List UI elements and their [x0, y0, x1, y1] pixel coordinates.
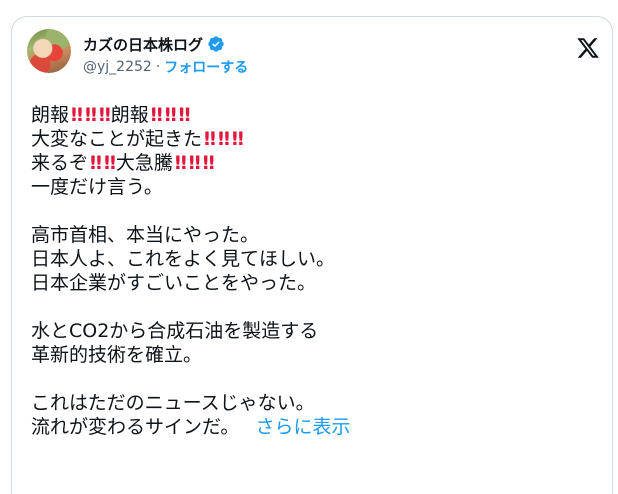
double-exclamation-emoji: ‼ [174, 152, 187, 174]
double-exclamation-emoji: ‼ [90, 152, 102, 174]
author-handle[interactable]: @yj_2252 [83, 59, 152, 75]
double-exclamation-emoji: ‼ [202, 152, 215, 174]
follow-button[interactable]: フォローする [164, 57, 248, 77]
tweet-text-segment: 一度だけ言う。 [31, 176, 163, 198]
verified-badge-icon [208, 36, 224, 52]
tweet-text-segment: 日本人よ、これをよく見てほしい。 [31, 248, 336, 270]
double-exclamation-emoji: ‼ [103, 152, 116, 174]
double-exclamation-emoji: ‼ [164, 104, 177, 126]
line-break [31, 199, 601, 223]
double-exclamation-emoji: ‼ [231, 128, 244, 150]
tweet-line: 朗報 ‼ ‼ ‼ 朗報 ‼ ‼ ‼ [31, 103, 601, 127]
author-name-row: カズの日本株ログ [83, 33, 225, 55]
double-exclamation-emoji: ‼ [188, 152, 201, 174]
tweet-text-segment: 日本企業がすごいことをやった。 [31, 272, 317, 294]
show-more-link[interactable]: さらに表示 [255, 416, 350, 438]
tweet-line: 高市首相、本当にやった。 [31, 223, 601, 247]
tweet-text-segment: 革新的技術を確立。 [31, 344, 203, 366]
tweet-text-segment: 朗報 [31, 104, 70, 126]
tweet-line: 革新的技術を確立。 [31, 343, 601, 367]
tweet-line: 来るぞ ‼ ‼ 大急騰 ‼ ‼ ‼ [31, 151, 601, 175]
tweet-line: 日本人よ、これをよく見てほしい。 [31, 247, 601, 271]
double-exclamation-emoji: ‼ [204, 128, 216, 150]
tweet-text-segment: 来るぞ [31, 152, 89, 174]
tweet-text-segment: 流れが変わるサインだ。 [31, 416, 240, 438]
author-handle-row: @yj_2252 · フォローする [83, 57, 248, 77]
tweet-line: これはただのニュースじゃない。 [31, 391, 601, 415]
double-exclamation-emoji: ‼ [84, 104, 97, 126]
line-break [31, 367, 601, 391]
tweet-line: 流れが変わるサインだ。 さらに表示 [31, 415, 601, 439]
tweet-text-segment: 水とCO2から合成石油を製造する [31, 320, 319, 342]
tweet-text-segment: これはただのニュースじゃない。 [31, 392, 315, 414]
tweet-text-segment: 大変なことが起きた [31, 128, 203, 150]
x-logo-icon[interactable] [575, 36, 601, 60]
tweet-text-segment: 高市首相、本当にやった。 [31, 224, 260, 246]
avatar[interactable] [27, 29, 71, 73]
double-exclamation-emoji: ‼ [217, 128, 230, 150]
tweet-card[interactable]: カズの日本株ログ @yj_2252 · フォローする 朗報 ‼ ‼ ‼ 朗報 ‼ ‼ ‼ 大変な… [11, 16, 613, 494]
tweet-text-segment: 朗報 [110, 104, 149, 126]
tweet-line: 大変なことが起きた ‼ ‼ ‼ [31, 127, 601, 151]
double-exclamation-emoji: ‼ [71, 104, 83, 126]
tweet-line: 水とCO2から合成石油を製造する [31, 319, 601, 343]
line-break [31, 295, 601, 319]
tweet-text-segment: 大急騰 [115, 152, 173, 174]
double-exclamation-emoji: ‼ [98, 104, 111, 126]
double-exclamation-emoji: ‼ [150, 104, 163, 126]
tweet-text: 朗報 ‼ ‼ ‼ 朗報 ‼ ‼ ‼ 大変なことが起きた ‼ ‼ ‼ 来るぞ ‼ ‼ 大急騰 ‼ ‼ ‼ 一度だけ言う。… [31, 103, 601, 439]
tweet-line: 一度だけ言う。 [31, 175, 601, 199]
separator-dot: · [155, 59, 161, 75]
double-exclamation-emoji: ‼ [178, 104, 191, 126]
author-display-name[interactable]: カズの日本株ログ [83, 34, 203, 55]
tweet-line: 日本企業がすごいことをやった。 [31, 271, 601, 295]
